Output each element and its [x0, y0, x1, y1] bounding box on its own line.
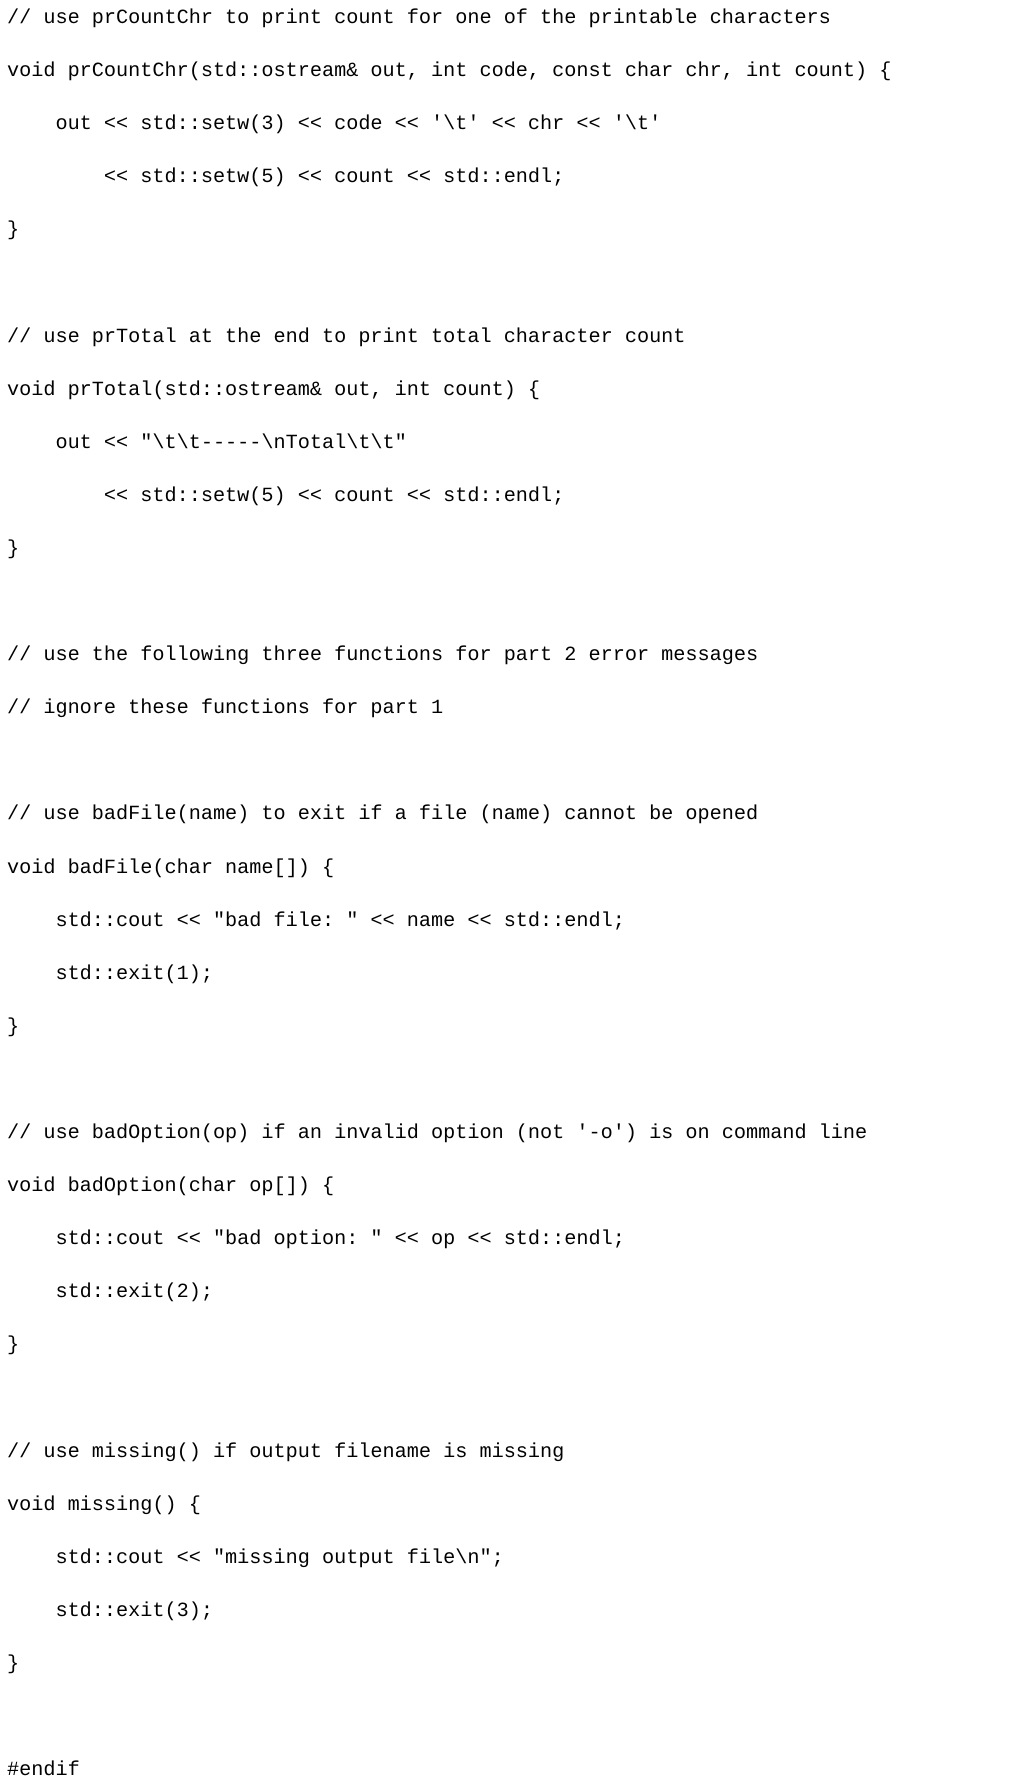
code-line: // use badOption(op) if an invalid optio… [7, 1121, 868, 1145]
code-line: } [7, 1652, 20, 1676]
code-line: out << std::setw(3) << code << '\t' << c… [7, 113, 662, 137]
code-line: // use the following three functions for… [7, 644, 759, 668]
code-line: void badOption(char op[]) { [7, 1175, 335, 1199]
code-line: // use badFile(name) to exit if a file (… [7, 803, 759, 827]
code-block[interactable]: // use prCountChr to print count for one… [0, 0, 1024, 1780]
code-listing-page: // use prCountChr to print count for one… [0, 0, 1024, 1780]
code-line: void missing() { [7, 1493, 201, 1517]
code-line: } [7, 1334, 20, 1358]
code-line: << std::setw(5) << count << std::endl; [7, 166, 565, 190]
code-line: } [7, 219, 20, 243]
code-line: std::exit(3); [7, 1599, 213, 1623]
code-line: } [7, 537, 20, 561]
code-line: // use missing() if output filename is m… [7, 1440, 565, 1464]
code-line: // use prTotal at the end to print total… [7, 325, 686, 349]
code-line: void prCountChr(std::ostream& out, int c… [7, 60, 892, 84]
code-line: // use prCountChr to print count for one… [7, 7, 831, 30]
code-line: << std::setw(5) << count << std::endl; [7, 484, 565, 508]
code-line: std::exit(1); [7, 962, 213, 986]
code-line: std::cout << "missing output file\n"; [7, 1546, 504, 1570]
code-line: void badFile(char name[]) { [7, 856, 335, 880]
code-line: std::cout << "bad option: " << op << std… [7, 1228, 625, 1252]
code-line: std::cout << "bad file: " << name << std… [7, 909, 625, 933]
code-line: #endif [7, 1759, 80, 1780]
code-line: std::exit(2); [7, 1281, 213, 1305]
code-line: out << "\t\t-----\nTotal\t\t" [7, 431, 407, 455]
code-line: void prTotal(std::ostream& out, int coun… [7, 378, 541, 402]
code-line: } [7, 1015, 20, 1039]
code-line: // ignore these functions for part 1 [7, 697, 444, 721]
